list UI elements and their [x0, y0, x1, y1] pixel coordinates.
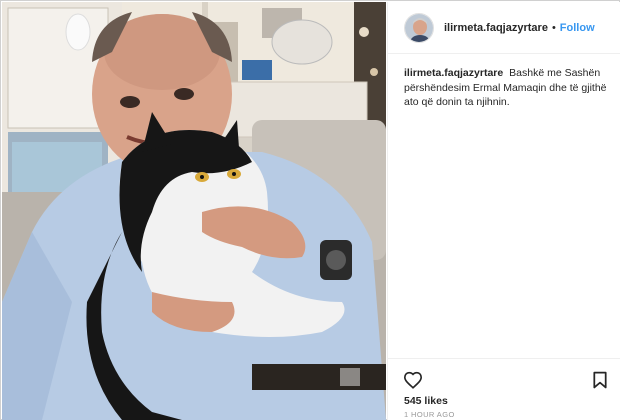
post-header: ilirmeta.faqjazyrtare • Follow [388, 2, 620, 54]
header-username[interactable]: ilirmeta.faqjazyrtare [444, 22, 548, 34]
bookmark-icon[interactable] [593, 371, 607, 389]
post-caption: ilirmeta.faqjazyrtare Bashkë me Sashën p… [404, 66, 609, 110]
post-photo[interactable] [2, 2, 386, 420]
instagram-post-embed: ilirmeta.faqjazyrtare • Follow ilirmeta.… [0, 0, 620, 420]
heart-icon[interactable] [403, 371, 423, 389]
likes-count[interactable]: 545 likes [404, 395, 448, 407]
header-separator: • [551, 21, 556, 34]
post-actions: 545 likes 1 HOUR AGO [388, 358, 620, 420]
follow-button[interactable]: Follow [560, 22, 595, 34]
caption-username[interactable]: ilirmeta.faqjazyrtare [404, 67, 503, 79]
post-timestamp[interactable]: 1 HOUR AGO [404, 410, 455, 419]
post-side-panel: ilirmeta.faqjazyrtare • Follow ilirmeta.… [387, 2, 620, 420]
avatar[interactable] [404, 12, 434, 43]
